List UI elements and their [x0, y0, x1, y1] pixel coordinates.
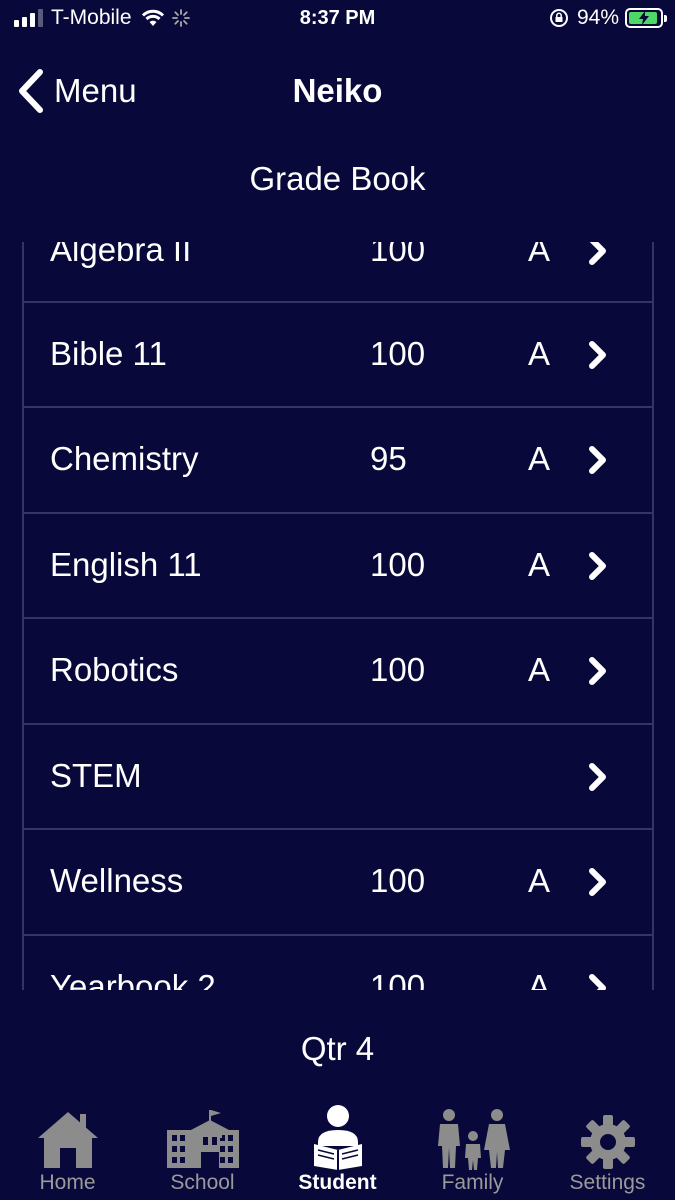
course-score: 100 — [370, 862, 426, 899]
chevron-right-icon — [589, 973, 606, 990]
course-letter-grade: A — [528, 545, 551, 583]
tab-student[interactable]: Student — [270, 1098, 405, 1200]
course-letter-grade: A — [528, 440, 551, 477]
chevron-right-icon — [589, 446, 606, 474]
course-score: 100 — [370, 242, 426, 268]
chevron-right-icon — [589, 340, 606, 369]
grade-row[interactable]: Wellness 100 A — [22, 830, 654, 936]
course-letter-grade: A — [528, 862, 551, 899]
grade-row[interactable]: Algebra II 100 A — [22, 242, 654, 303]
grade-list[interactable]: Algebra II 100 A Bible 11 100 A Chemistr… — [22, 242, 654, 990]
course-score: 100 — [370, 651, 426, 688]
course-name: Yearbook 2 — [50, 967, 216, 991]
chevron-right-icon — [589, 868, 606, 896]
tab-bar: Home School Student Family Settings — [0, 1098, 675, 1200]
course-name: STEM — [50, 756, 142, 794]
battery-percent: 94% — [576, 6, 619, 29]
chevron-right-icon — [589, 551, 606, 580]
status-bar: T-Mobile 8:37 PM 94% — [0, 0, 675, 40]
tab-label: Family — [441, 1171, 504, 1194]
student-icon — [313, 1105, 362, 1170]
home-icon — [37, 1112, 98, 1168]
tab-settings[interactable]: Settings — [540, 1098, 675, 1200]
page-title: Grade Book — [249, 160, 426, 197]
grade-row[interactable]: STEM — [22, 724, 654, 830]
quarter-selector[interactable]: Qtr 4 — [0, 1030, 675, 1068]
grade-row[interactable]: Bible 11 100 A — [22, 302, 654, 408]
tab-label: Student — [298, 1171, 377, 1194]
tab-home[interactable]: Home — [0, 1098, 135, 1200]
tab-school[interactable]: School — [135, 1098, 270, 1200]
battery-icon — [625, 8, 667, 28]
course-score: 95 — [370, 440, 407, 477]
tab-label: Settings — [569, 1171, 646, 1194]
course-letter-grade: A — [528, 967, 551, 991]
course-score: 100 — [370, 545, 426, 583]
course-score: 100 — [370, 334, 426, 372]
grade-row[interactable]: Chemistry 95 A — [22, 408, 654, 514]
nav-title: Neiko — [292, 72, 383, 109]
course-letter-grade: A — [528, 334, 551, 372]
chevron-right-icon — [589, 242, 606, 265]
tab-family[interactable]: Family — [405, 1098, 540, 1200]
course-name: Chemistry — [50, 440, 199, 477]
gear-icon — [580, 1115, 635, 1169]
grade-list-content: Algebra II 100 A Bible 11 100 A Chemistr… — [22, 242, 654, 990]
family-icon — [437, 1109, 510, 1170]
tab-label: Home — [39, 1171, 96, 1194]
tab-label: School — [170, 1171, 235, 1194]
grade-row[interactable]: Yearbook 2 100 A — [22, 935, 654, 991]
grade-row[interactable]: Robotics 100 A — [22, 619, 654, 725]
course-name: Algebra II — [50, 242, 192, 268]
course-name: Wellness — [50, 862, 184, 899]
rotation-lock-icon — [549, 9, 568, 27]
chevron-right-icon — [589, 657, 606, 685]
course-score: 100 — [370, 967, 426, 991]
grade-row[interactable]: English 11 100 A — [22, 513, 654, 619]
school-icon — [166, 1110, 239, 1168]
course-name: Bible 11 — [50, 334, 167, 372]
course-letter-grade: A — [528, 242, 551, 268]
nav-bar: Menu Neiko — [0, 58, 675, 124]
chevron-right-icon — [589, 762, 606, 791]
course-name: Robotics — [50, 651, 179, 688]
course-letter-grade: A — [528, 651, 551, 688]
course-name: English 11 — [50, 545, 202, 583]
status-right: 94% — [549, 6, 667, 30]
